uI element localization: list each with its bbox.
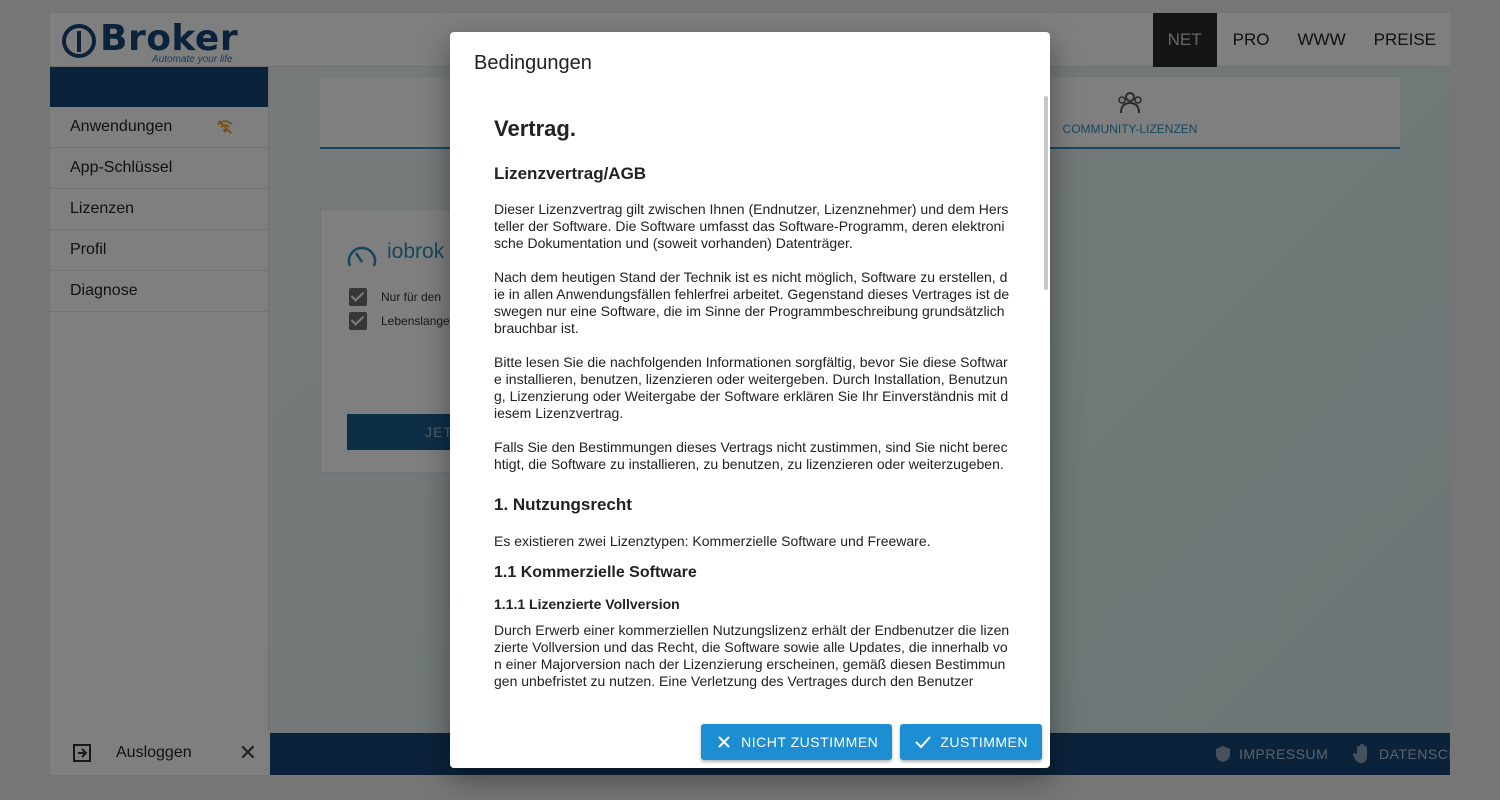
check-icon <box>915 736 932 749</box>
contract-title: Vertrag. <box>494 116 576 141</box>
accept-button[interactable]: ZUSTIMMEN <box>900 724 1042 760</box>
section-heading: Lizenzvertrag/AGB <box>494 164 647 183</box>
dialog-content[interactable]: Vertrag. Lizenzvertrag/AGB Dieser Lizenz… <box>450 96 1050 714</box>
paragraph: Nach dem heutigen Stand der Technik ist … <box>494 269 1010 336</box>
paragraph: Falls Sie den Bestimmungen dieses Vertra… <box>494 439 1008 472</box>
paragraph: Es existieren zwei Lizenztypen: Kommerzi… <box>494 533 931 549</box>
terms-dialog: Bedingungen Vertrag. Lizenzvertrag/AGB D… <box>450 32 1050 768</box>
subsubsection-heading: 1.1.1 Lizenzierte Vollversion <box>494 596 680 612</box>
scrollbar-thumb[interactable] <box>1044 96 1048 290</box>
close-icon <box>718 736 730 748</box>
decline-label: NICHT ZUSTIMMEN <box>741 734 879 750</box>
decline-button[interactable]: NICHT ZUSTIMMEN <box>701 724 893 760</box>
dialog-title: Bedingungen <box>474 52 592 74</box>
paragraph: Dieser Lizenzvertrag gilt zwischen Ihnen… <box>494 201 1009 251</box>
subsection-heading: 1.1 Kommerzielle Software <box>494 564 697 581</box>
accept-label: ZUSTIMMEN <box>940 734 1028 750</box>
paragraph: Bitte lesen Sie die nachfolgenden Inform… <box>494 354 1009 421</box>
contract-text: Vertrag. Lizenzvertrag/AGB Dieser Lizenz… <box>494 96 1010 707</box>
dialog-actions: NICHT ZUSTIMMEN ZUSTIMMEN <box>701 724 1042 760</box>
paragraph: Durch Erwerb einer kommerziellen Nutzung… <box>494 622 1010 689</box>
section-heading: 1. Nutzungsrecht <box>494 495 632 514</box>
